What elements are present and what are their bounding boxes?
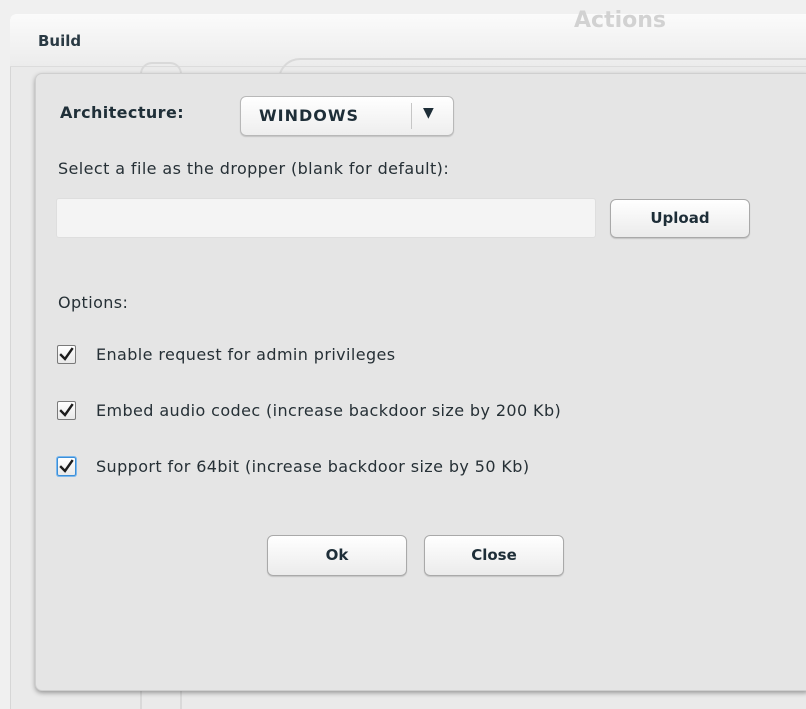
ok-button[interactable]: Ok: [267, 535, 407, 576]
options-label: Options:: [58, 293, 129, 312]
checkmark-icon: [59, 403, 74, 417]
checkmark-icon: [59, 347, 74, 361]
checkmark-icon: [59, 459, 74, 473]
actions-heading: Actions: [574, 8, 666, 33]
option-label: Support for 64bit (increase backdoor siz…: [96, 457, 530, 476]
architecture-label: Architecture:: [60, 103, 184, 122]
caret-down-icon: ▼: [423, 105, 434, 121]
architecture-value: WINDOWS: [259, 106, 360, 125]
build-tab-title: Build: [38, 32, 82, 50]
dropper-label: Select a file as the dropper (blank for …: [58, 159, 450, 178]
option-label: Embed audio codec (increase backdoor siz…: [96, 401, 562, 420]
64bit-support-checkbox[interactable]: [57, 457, 76, 476]
page: Build Actions Architecture: WINDOWS ▼ Se…: [0, 0, 806, 709]
dropper-file-input[interactable]: [56, 198, 596, 238]
architecture-select[interactable]: WINDOWS ▼: [240, 96, 454, 136]
upload-button[interactable]: Upload: [610, 199, 750, 238]
close-button[interactable]: Close: [424, 535, 564, 576]
option-label: Enable request for admin privileges: [96, 345, 396, 364]
audio-codec-checkbox[interactable]: [57, 401, 76, 420]
admin-privileges-checkbox[interactable]: [57, 345, 76, 364]
select-divider: [411, 103, 412, 129]
